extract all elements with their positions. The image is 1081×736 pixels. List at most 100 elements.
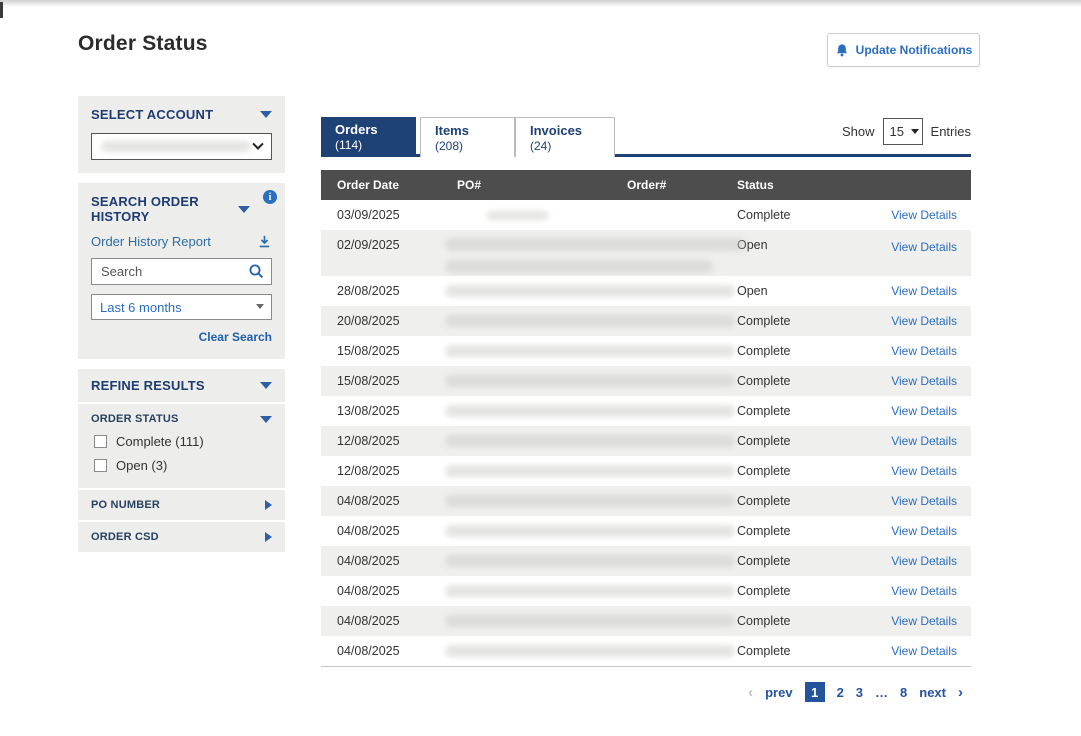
filter-option-open: Open (3) [91,458,272,473]
select-account-title: SELECT ACCOUNT [91,107,213,122]
table-row: 15/08/2025 Complete View Details [321,366,971,396]
view-details-link[interactable]: View Details [891,240,957,254]
refine-results-header[interactable]: REFINE RESULTS [91,378,272,393]
view-details-link[interactable]: View Details [891,614,957,628]
order-date-cell: 04/08/2025 [321,614,441,628]
account-select[interactable] [91,133,272,160]
order-date-cell: 20/08/2025 [321,314,441,328]
complete-checkbox[interactable] [94,435,107,448]
pagination-page-8[interactable]: 8 [900,685,907,700]
tab-orders-count: (114) [335,138,416,152]
status-cell: Complete [721,644,871,658]
pagination-page-2[interactable]: 2 [837,685,844,700]
chevron-right-icon [265,500,272,510]
pagination-page-3[interactable]: 3 [856,685,863,700]
tab-orders-label: Orders [335,122,416,137]
order-date-cell: 03/09/2025 [321,208,441,222]
redacted-po-order-cell [441,465,721,477]
select-account-header[interactable]: SELECT ACCOUNT [91,107,272,122]
order-date-cell: 04/08/2025 [321,644,441,658]
order-date-cell: 12/08/2025 [321,434,441,448]
update-notifications-button[interactable]: Update Notifications [827,33,980,67]
view-details-link[interactable]: View Details [891,208,957,222]
download-icon[interactable] [257,234,272,249]
tab-items-label: Items [435,123,514,138]
column-po: PO# [441,178,611,192]
redacted-po-order-cell [441,375,721,387]
table-body: 03/09/2025 Complete View Details 02/09/2… [321,200,971,666]
status-cell: Complete [721,208,871,222]
table-row: 13/08/2025 Complete View Details [321,396,971,426]
status-cell: Complete [721,584,871,598]
top-shadow [0,0,1081,7]
refine-results-title: REFINE RESULTS [91,378,205,393]
column-order-number: Order# [611,178,721,192]
po-number-filter-header[interactable]: PO NUMBER [91,499,272,511]
order-date-cell: 04/08/2025 [321,554,441,568]
status-cell: Complete [721,554,871,568]
status-cell: Complete [721,524,871,538]
table-row: 04/08/2025 Complete View Details [321,606,971,636]
view-details-link[interactable]: View Details [891,314,957,328]
open-checkbox[interactable] [94,459,107,472]
clear-search-link[interactable]: Clear Search [199,330,272,344]
table-row: 12/08/2025 Complete View Details [321,426,971,456]
view-details-link[interactable]: View Details [891,554,957,568]
order-date-cell: 12/08/2025 [321,464,441,478]
update-notifications-label: Update Notifications [856,43,973,57]
status-cell: Complete [721,314,871,328]
redacted-po-order-cell [441,435,721,447]
redacted-po-order-cell [441,345,721,357]
status-cell: Complete [721,464,871,478]
redacted-po-order-cell [441,525,721,537]
view-details-link[interactable]: View Details [891,464,957,478]
order-date-cell: 02/09/2025 [321,238,441,252]
pagination-first-icon[interactable]: ‹ [748,684,753,701]
redacted-po-order-cell [441,405,721,417]
view-details-link[interactable]: View Details [891,404,957,418]
tab-invoices[interactable]: Invoices (24) [515,117,615,157]
view-details-link[interactable]: View Details [891,584,957,598]
entries-select[interactable]: 15 [883,118,923,145]
view-details-link[interactable]: View Details [891,524,957,538]
pagination-prev[interactable]: prev [765,685,792,700]
status-cell: Complete [721,404,871,418]
pagination-next[interactable]: next [919,685,946,700]
open-checkbox-label: Open (3) [116,458,167,473]
order-history-report-link[interactable]: Order History Report [91,234,211,249]
view-details-link[interactable]: View Details [891,374,957,388]
redacted-account-value [101,141,251,152]
table-row: 15/08/2025 Complete View Details [321,336,971,366]
pagination-ellipsis: … [875,685,888,700]
main-content: Orders (114) Items (208) Invoices (24) S… [321,117,971,702]
chevron-down-icon [252,138,263,149]
pagination-page-1[interactable]: 1 [805,682,825,702]
view-details-link[interactable]: View Details [891,344,957,358]
table-row: 20/08/2025 Complete View Details [321,306,971,336]
tab-orders[interactable]: Orders (114) [321,117,416,157]
show-label: Show [842,124,875,139]
view-details-link[interactable]: View Details [891,434,957,448]
sidebar: SELECT ACCOUNT i SEARCH ORDER HISTORY Or… [78,96,285,562]
view-details-link[interactable]: View Details [891,284,957,298]
pagination-last-icon[interactable]: › [958,684,963,701]
order-date-cell: 15/08/2025 [321,374,441,388]
table-row: 04/08/2025 Complete View Details [321,516,971,546]
search-input[interactable] [91,258,272,285]
order-status-filter-header[interactable]: ORDER STATUS [91,413,272,425]
tabs-row: Orders (114) Items (208) Invoices (24) S… [321,117,971,157]
redacted-po-order-cell [441,238,721,273]
redacted-po-order-cell [441,645,721,657]
tab-items[interactable]: Items (208) [420,117,515,157]
search-order-history-section: i SEARCH ORDER HISTORY Order History Rep… [78,183,285,359]
view-details-link[interactable]: View Details [891,644,957,658]
search-order-history-header[interactable]: SEARCH ORDER HISTORY [91,194,272,224]
status-cell: Open [721,284,871,298]
date-range-select[interactable]: Last 6 months [91,294,272,320]
view-details-link[interactable]: View Details [891,494,957,508]
order-csd-filter-header[interactable]: ORDER CSD [91,531,272,543]
info-icon[interactable]: i [263,190,277,204]
search-icon[interactable] [248,263,265,280]
chevron-right-icon [265,532,272,542]
status-cell: Complete [721,374,871,388]
